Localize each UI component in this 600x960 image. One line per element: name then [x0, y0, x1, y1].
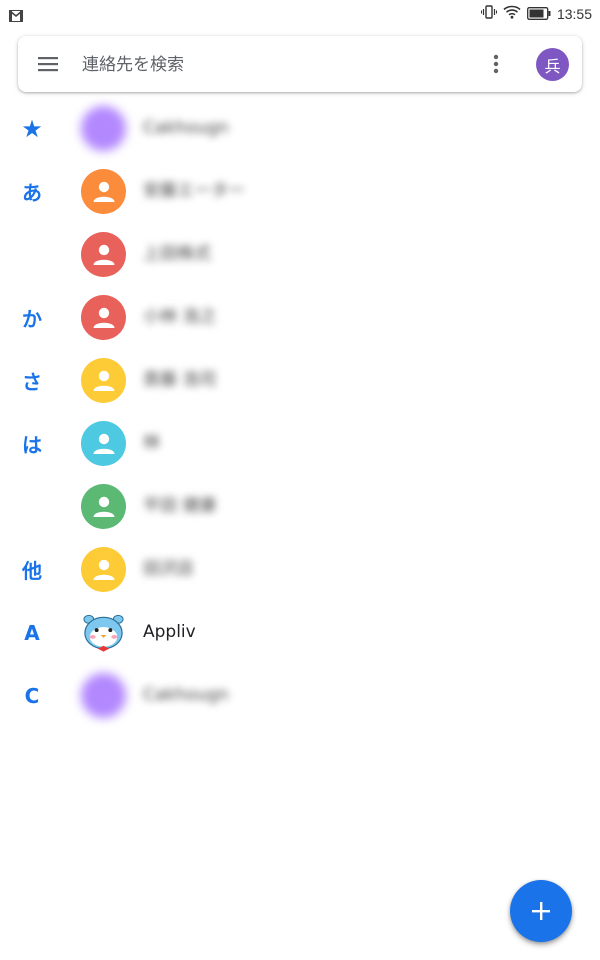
contact-row[interactable]: あ 安藤エーター — [0, 160, 600, 223]
contact-name: Cakhougn — [143, 685, 229, 705]
contact-name: 斎藤 浩司 — [143, 370, 217, 390]
contact-name: 上田株式 — [143, 244, 211, 264]
vibrate-icon — [480, 4, 497, 24]
section-letter: ★ — [21, 114, 43, 143]
person-icon — [81, 232, 126, 277]
battery-icon — [527, 5, 551, 24]
contact-row[interactable]: ★ Cakhougn — [0, 97, 600, 160]
section-letter: さ — [22, 370, 42, 394]
contact-name: Cakhougn — [143, 118, 229, 138]
section-letter — [14, 223, 50, 286]
more-vert-icon[interactable] — [484, 52, 508, 76]
section-letter: A — [24, 620, 40, 645]
add-contact-button[interactable] — [510, 880, 572, 942]
person-icon — [81, 169, 126, 214]
contact-row[interactable]: C Cakhougn — [0, 664, 600, 727]
contact-name: 小林 浩之 — [143, 307, 217, 327]
contact-row[interactable]: さ 斎藤 浩司 — [0, 349, 600, 412]
contact-name: 田沢店 — [143, 559, 194, 579]
status-bar: 13:55 — [0, 0, 600, 28]
contact-name: 林 — [143, 433, 160, 453]
person-icon — [81, 358, 126, 403]
search-bar[interactable]: 兵 — [18, 36, 582, 92]
section-letter: あ — [22, 181, 42, 205]
gmail-notification-icon — [9, 7, 23, 26]
contact-row[interactable]: か 小林 浩之 — [0, 286, 600, 349]
contact-row[interactable]: A Appliv — [0, 601, 600, 664]
section-letter: は — [22, 433, 42, 457]
contact-row[interactable]: 平田 健康 — [0, 475, 600, 538]
account-avatar[interactable]: 兵 — [536, 48, 569, 81]
person-icon — [81, 547, 126, 592]
contact-photo-avatar — [81, 106, 126, 151]
section-letter — [14, 475, 50, 538]
contact-name: Appliv — [143, 622, 196, 642]
contact-photo-avatar — [81, 673, 126, 718]
add-icon — [532, 902, 550, 920]
person-icon — [81, 421, 126, 466]
section-letter: か — [22, 307, 42, 331]
status-time: 13:55 — [556, 6, 592, 22]
section-letter: 他 — [22, 559, 42, 583]
search-input[interactable] — [80, 50, 464, 80]
appliv-mascot-icon — [81, 610, 126, 655]
menu-icon[interactable] — [36, 52, 60, 76]
contact-name: 平田 健康 — [143, 496, 217, 516]
contact-row[interactable]: は 林 — [0, 412, 600, 475]
person-icon — [81, 295, 126, 340]
person-icon — [81, 484, 126, 529]
section-letter: C — [24, 683, 40, 708]
contact-name: 安藤エーター — [143, 181, 245, 201]
contact-row[interactable]: 上田株式 — [0, 223, 600, 286]
contact-row[interactable]: 他 田沢店 — [0, 538, 600, 601]
wifi-icon — [503, 4, 521, 24]
